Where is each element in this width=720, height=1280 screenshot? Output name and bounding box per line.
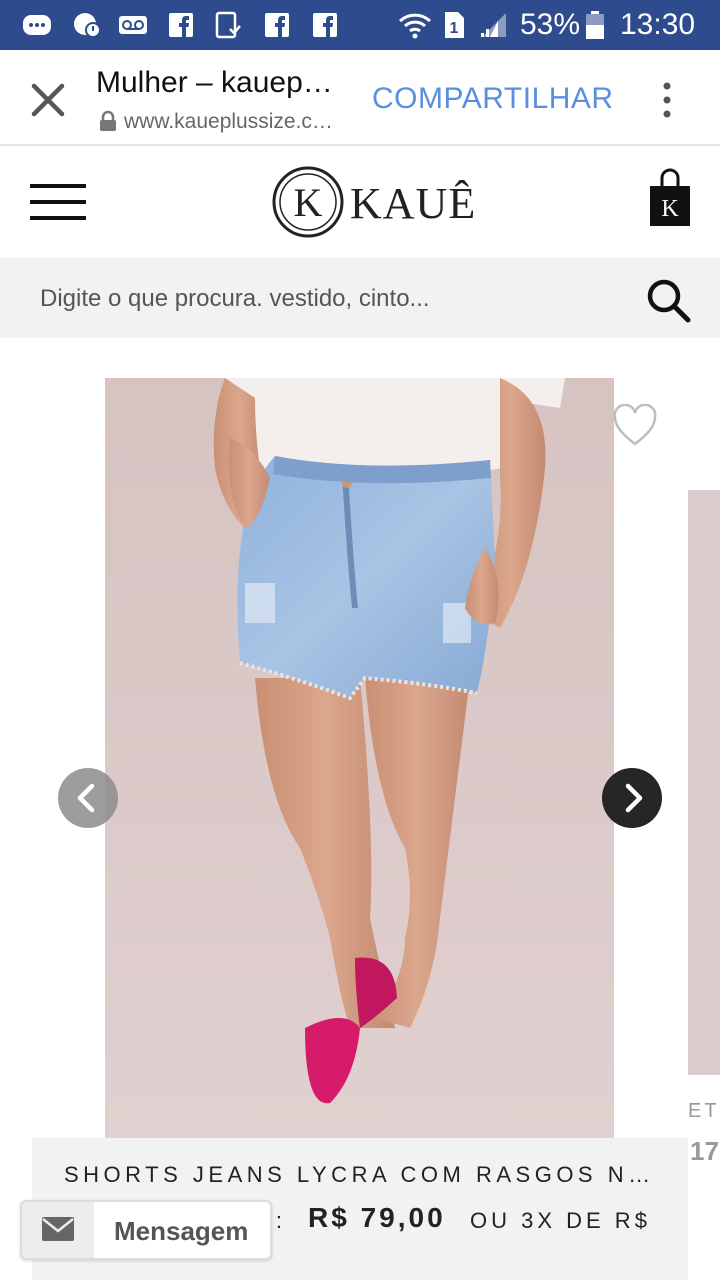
sim-number: 1 <box>450 20 459 37</box>
logo-letter: K <box>294 180 323 225</box>
close-icon[interactable] <box>26 78 70 122</box>
share-button[interactable]: COMPARTILHAR <box>372 82 614 116</box>
chevron-left-icon <box>77 783 95 813</box>
product-image[interactable] <box>105 378 614 1138</box>
product-photo <box>105 378 614 1138</box>
wishlist-heart-icon[interactable] <box>612 404 658 448</box>
next-product-price: 17 <box>690 1136 719 1166</box>
next-product-image[interactable] <box>688 490 720 1075</box>
envelope-icon <box>42 1217 74 1241</box>
voicemail-icon <box>119 16 147 34</box>
battery-icon <box>586 11 604 39</box>
messenger-icon <box>23 15 51 35</box>
product-price: R$ 79,00 <box>308 1202 446 1233</box>
more-options-icon[interactable] <box>652 80 682 120</box>
installments-text: OU 3X DE R$ <box>470 1208 651 1233</box>
page-url: www.kaueplussize.c… <box>124 110 333 133</box>
facebook-icon <box>265 13 289 37</box>
download-icon <box>215 11 241 39</box>
next-product-name: ET <box>688 1100 720 1122</box>
site-header: K KAUÊ K <box>0 148 720 258</box>
search-input[interactable] <box>40 282 620 316</box>
message-icon-box <box>22 1202 94 1258</box>
facebook-icon <box>313 13 337 37</box>
cart-letter: K <box>661 196 679 222</box>
menu-icon[interactable] <box>30 182 86 222</box>
search-bar <box>0 258 720 338</box>
message-button[interactable]: Mensagem <box>20 1200 272 1260</box>
carousel-next-button[interactable] <box>602 768 662 828</box>
battery-percent: 53% <box>520 8 581 41</box>
brand-logo[interactable]: K KAUÊ <box>270 164 480 240</box>
carousel-prev-button[interactable] <box>58 768 118 828</box>
facebook-icon <box>169 13 193 37</box>
brand-name: KAUÊ <box>350 179 477 228</box>
page-title: Mulher – kauep… <box>96 66 333 99</box>
search-icon[interactable] <box>644 276 692 324</box>
facebook-messenger-icon <box>74 13 101 38</box>
clock: 13:30 <box>620 8 696 41</box>
signal-icon <box>481 13 506 37</box>
shopping-bag-icon[interactable]: K <box>646 168 694 228</box>
wifi-icon <box>398 13 432 39</box>
sim-icon: 1 <box>445 12 464 38</box>
status-bar: 1 53% 13:30 <box>0 0 720 50</box>
browser-toolbar: Mulher – kauep… www.kaueplussize.c… COMP… <box>0 50 720 146</box>
lock-icon <box>100 110 116 131</box>
logo-emblem-icon: K <box>272 166 344 238</box>
chevron-right-icon <box>625 783 643 813</box>
product-name[interactable]: SHORTS JEANS LYCRA COM RASGOS NA B… <box>64 1162 664 1188</box>
message-label: Mensagem <box>114 1216 249 1246</box>
